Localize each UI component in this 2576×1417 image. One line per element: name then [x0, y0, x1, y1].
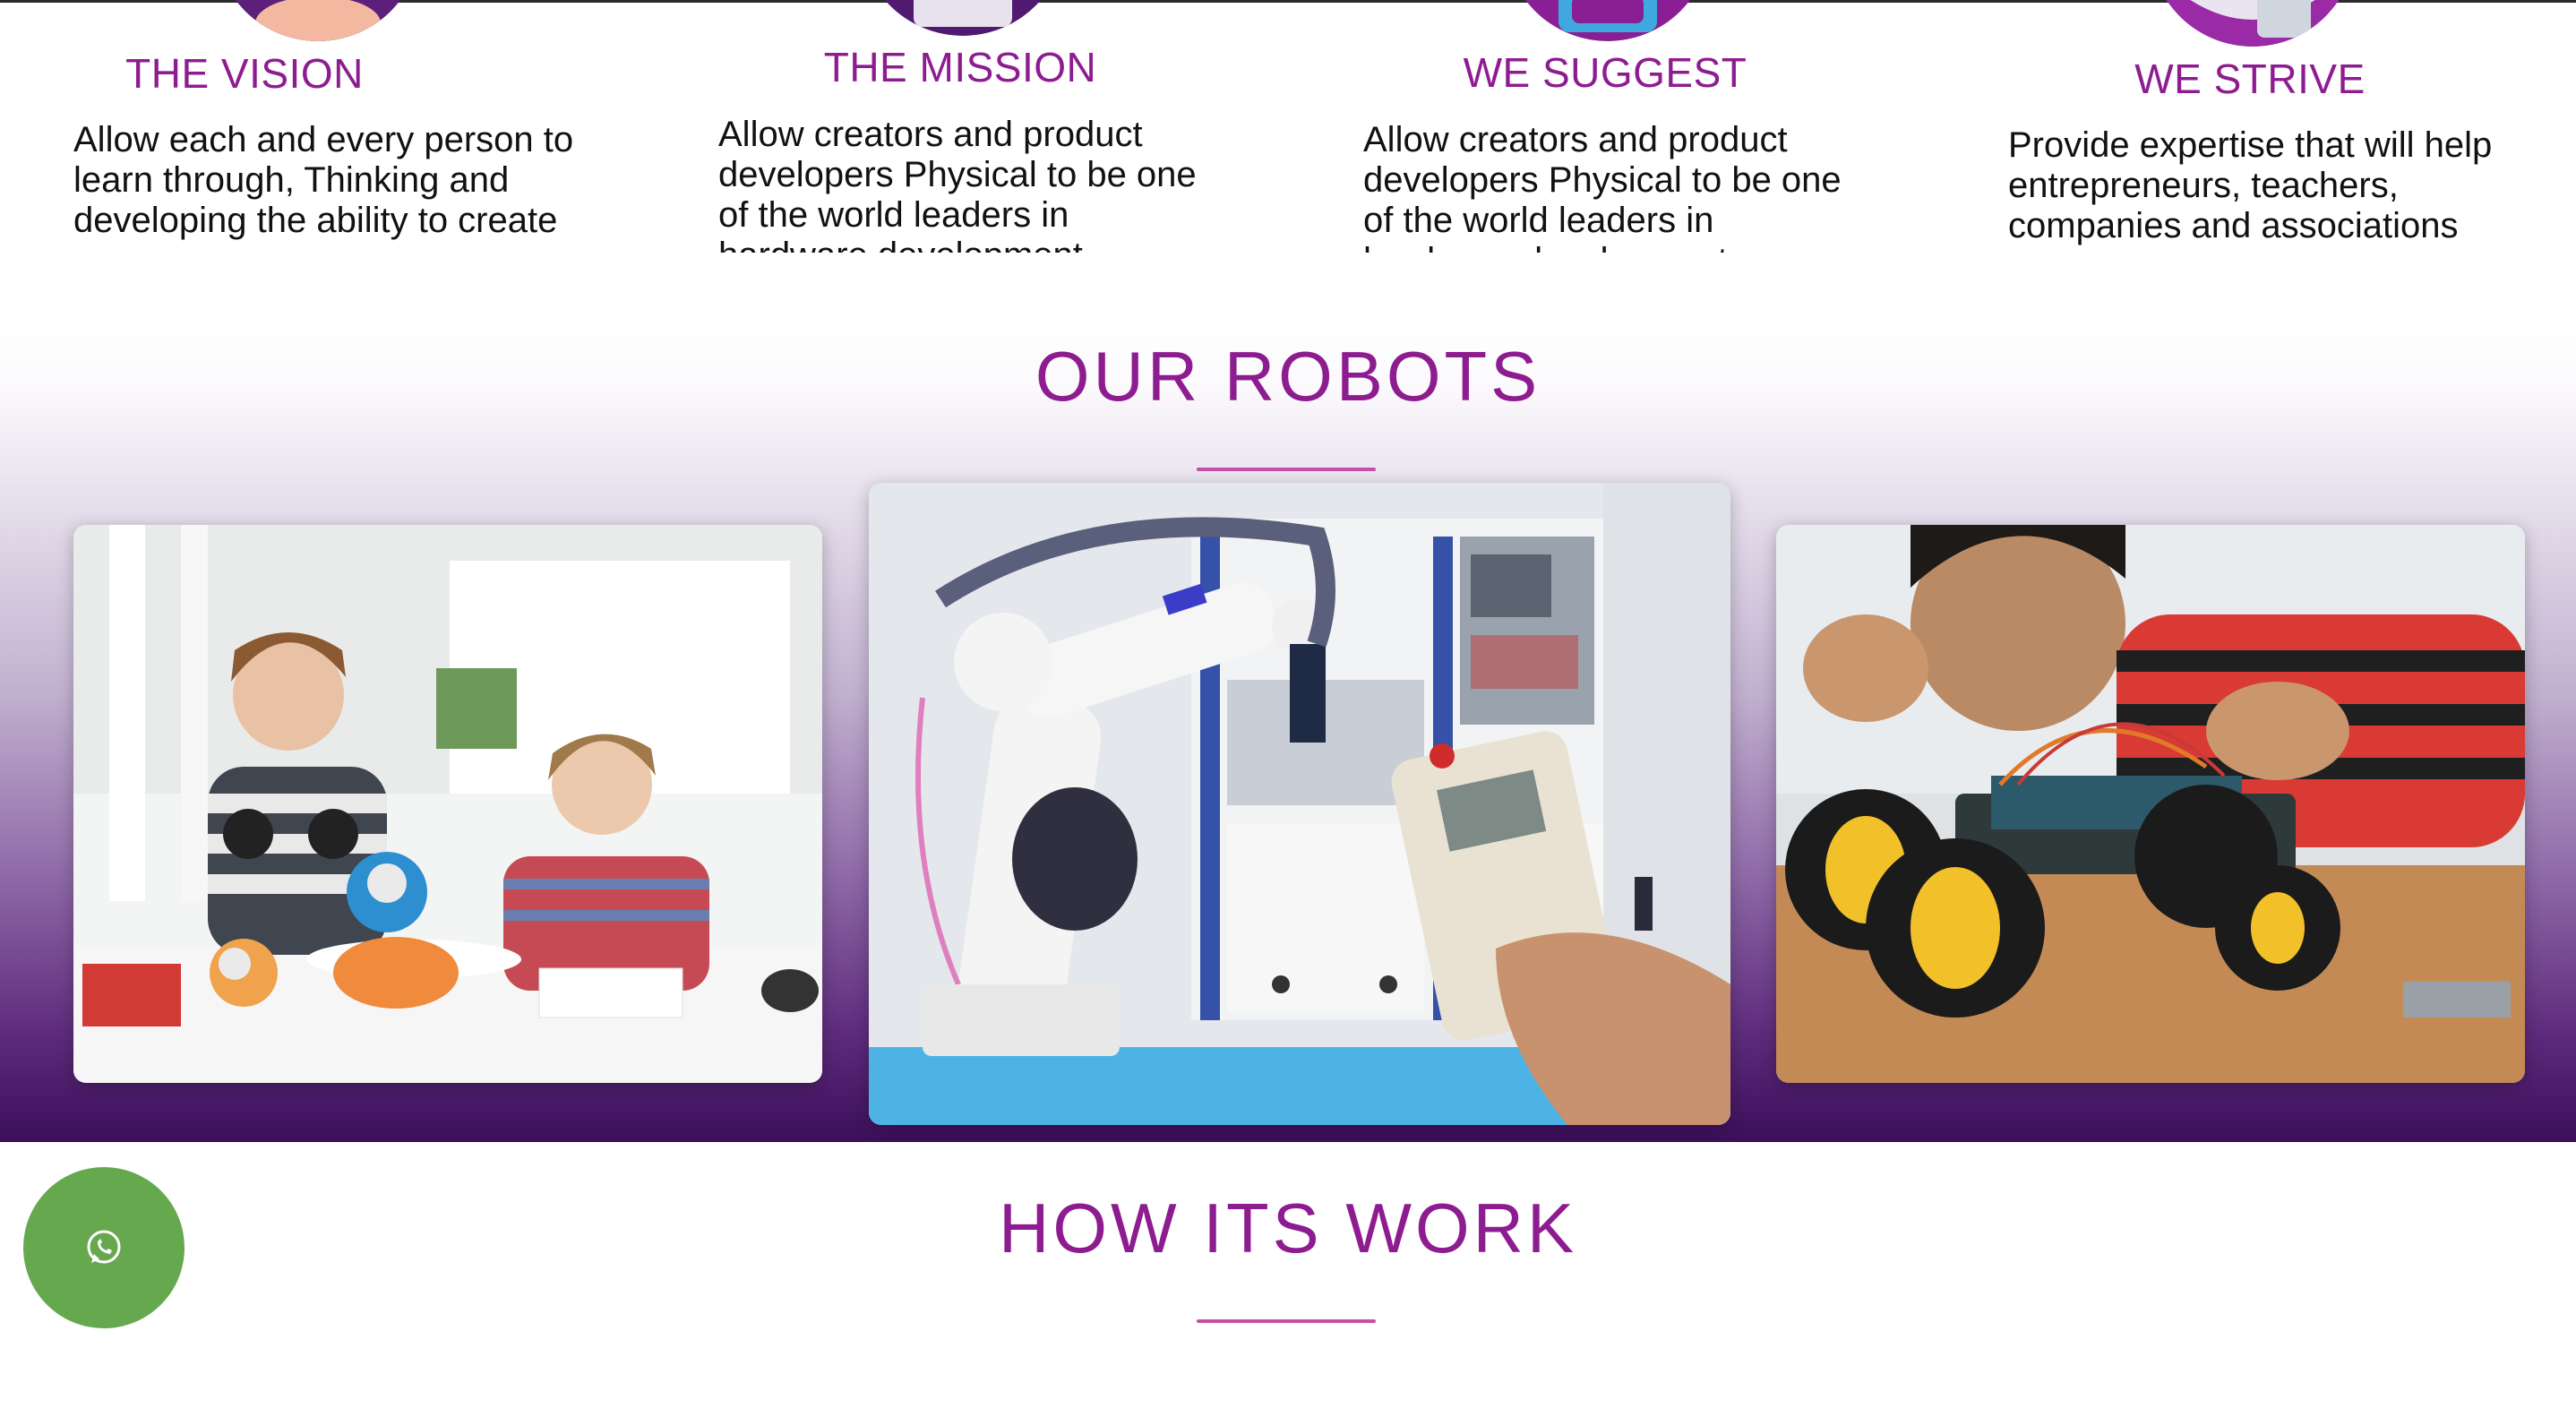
feature-text: Allow creators and product developers Ph…	[718, 115, 1197, 253]
kids-with-educational-robots-photo	[73, 525, 822, 1083]
title-divider	[1197, 468, 1376, 471]
vision-illustration-icon	[215, 0, 421, 41]
how-section-title: HOW ITS WORK	[999, 1189, 1577, 1267]
robots-section: OUR ROBOTS	[0, 318, 2576, 1142]
how-title-divider	[1197, 1319, 1376, 1323]
feature-text: Allow creators and product developers Ph…	[1363, 120, 1842, 253]
industrial-robot-arm-photo	[869, 483, 1730, 1125]
feature-text: Allow each and every person to learn thr…	[73, 120, 574, 242]
feature-title: THE VISION	[125, 50, 364, 97]
feature-title: WE STRIVE	[2134, 56, 2366, 102]
suggest-illustration-icon	[1505, 0, 1711, 41]
section-title: OUR ROBOTS	[1035, 337, 1541, 416]
mission-illustration-icon	[860, 0, 1066, 36]
whatsapp-button[interactable]	[23, 1167, 185, 1328]
feature-text: Provide expertise that will help entrepr…	[2008, 125, 2493, 245]
whatsapp-icon	[87, 1230, 121, 1264]
child-building-robot-car-photo	[1776, 525, 2525, 1083]
feature-title: THE MISSION	[823, 44, 1097, 90]
strive-illustration-icon	[2150, 0, 2356, 47]
feature-title: WE SUGGEST	[1463, 49, 1747, 96]
